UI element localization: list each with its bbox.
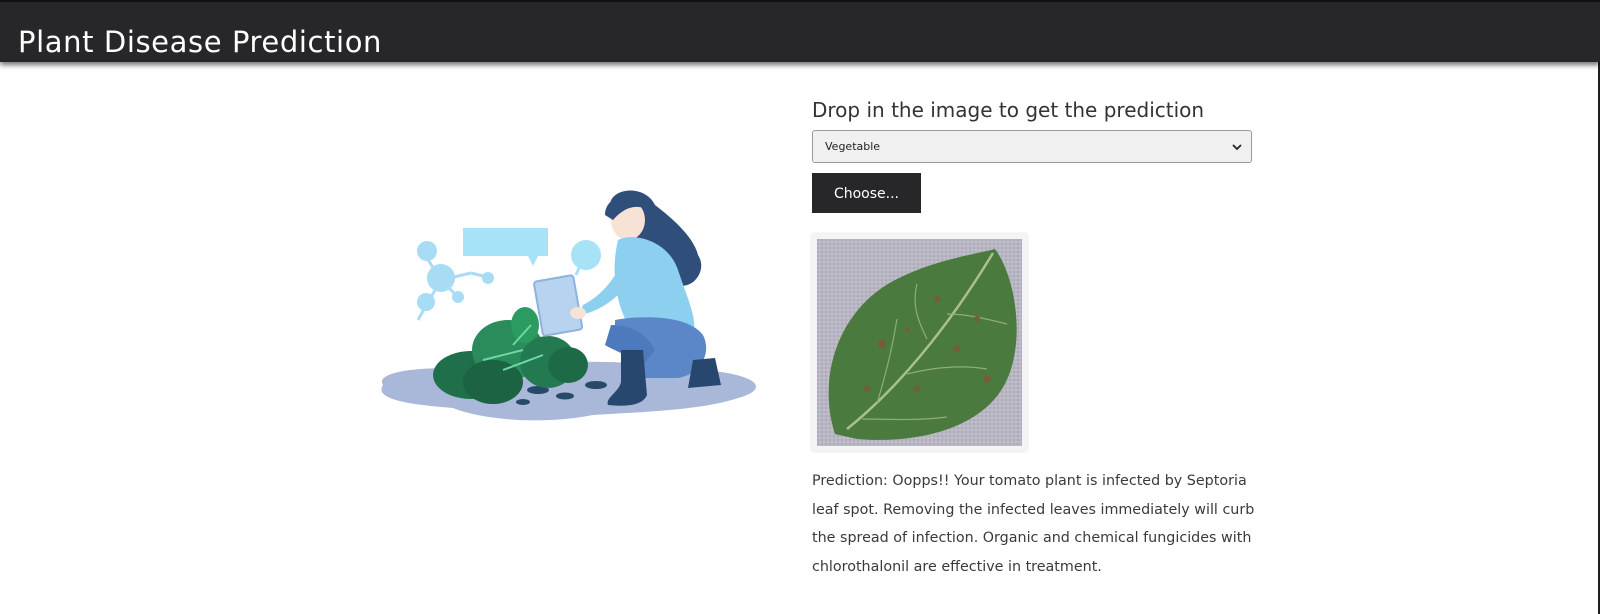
plant-inspection-illustration (343, 120, 793, 480)
chevron-down-icon (1232, 144, 1242, 151)
navbar: Plant Disease Prediction (0, 0, 1600, 62)
prediction-result: Prediction: Oopps!! Your tomato plant is… (812, 473, 1255, 575)
category-select[interactable]: Vegetable (812, 130, 1252, 163)
leaf-image (817, 239, 1022, 446)
choose-file-button[interactable]: Choose... (812, 173, 921, 213)
uploaded-image-preview (812, 234, 1027, 451)
category-select-value: Vegetable (825, 140, 881, 153)
upload-title: Drop in the image to get the prediction (812, 98, 1205, 122)
brand-title[interactable]: Plant Disease Prediction (18, 24, 382, 60)
